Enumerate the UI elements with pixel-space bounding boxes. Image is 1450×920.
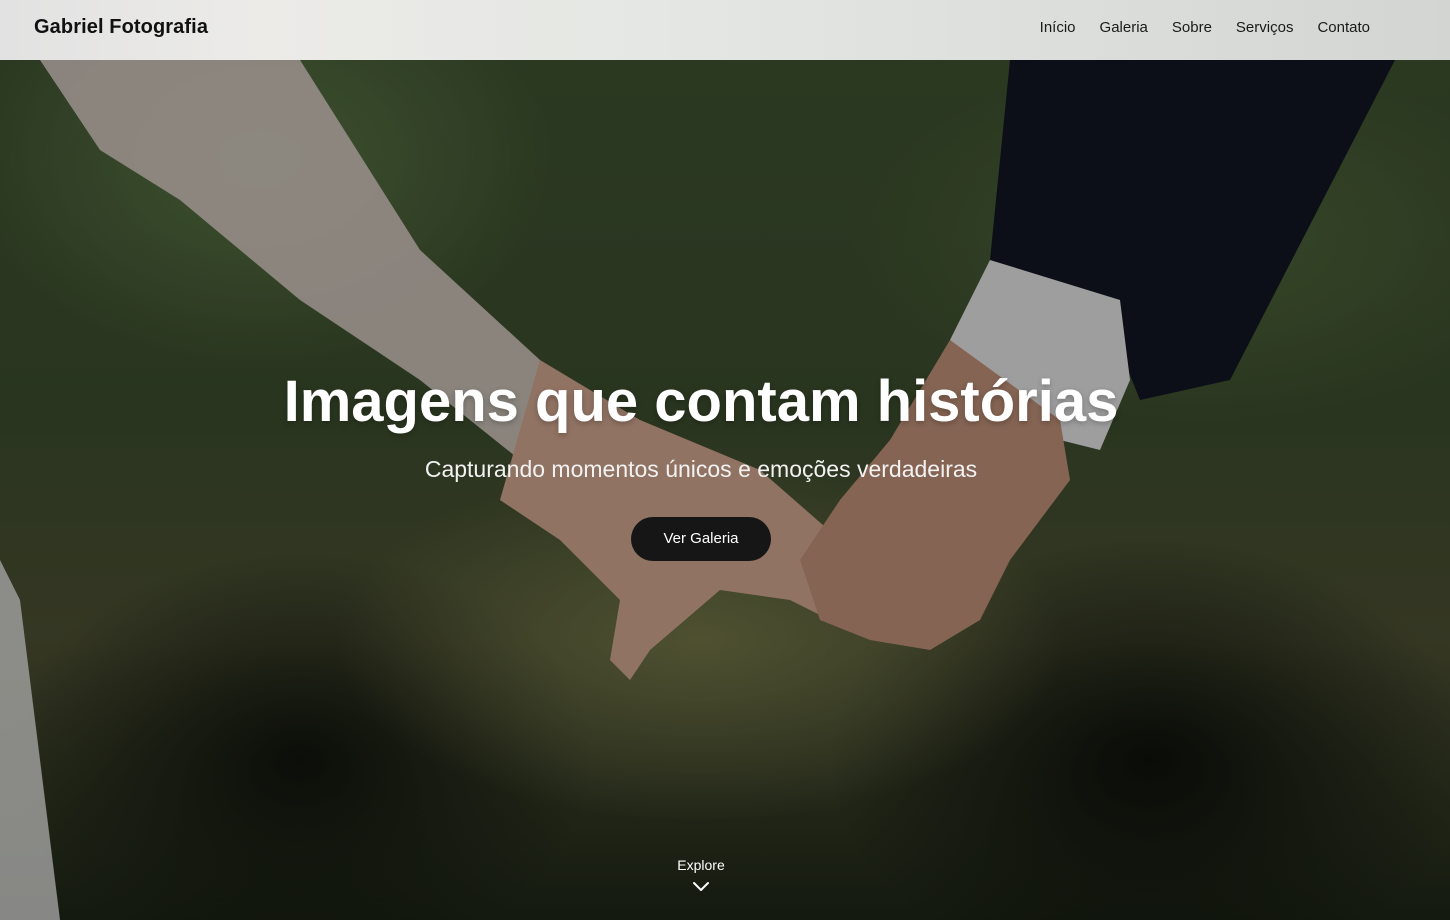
hero-subtitle: Capturando momentos únicos e emoções ver… bbox=[424, 456, 978, 482]
nav-link-sobre[interactable]: Sobre bbox=[1172, 19, 1212, 36]
chevron-down-icon bbox=[693, 882, 709, 891]
brand-logo[interactable]: Gabriel Fotografia bbox=[34, 16, 208, 39]
hero-title: Imagens que contam histórias bbox=[283, 369, 1119, 434]
ver-galeria-button[interactable]: Ver Galeria bbox=[631, 517, 771, 561]
main-nav: Início Galeria Sobre Serviços Contato bbox=[1040, 19, 1370, 36]
hero-section: Imagens que contam histórias Capturando … bbox=[0, 366, 1402, 561]
nav-link-contato[interactable]: Contato bbox=[1317, 19, 1370, 36]
page: Gabriel Fotografia Início Galeria Sobre … bbox=[0, 0, 1450, 920]
explore-scroll-link[interactable]: Explore bbox=[0, 856, 1402, 892]
nav-link-galeria[interactable]: Galeria bbox=[1100, 19, 1148, 36]
nav-link-servicos[interactable]: Serviços bbox=[1236, 19, 1294, 36]
site-header: Gabriel Fotografia Início Galeria Sobre … bbox=[0, 0, 1450, 60]
explore-label: Explore bbox=[677, 857, 725, 873]
nav-link-inicio[interactable]: Início bbox=[1040, 19, 1076, 36]
